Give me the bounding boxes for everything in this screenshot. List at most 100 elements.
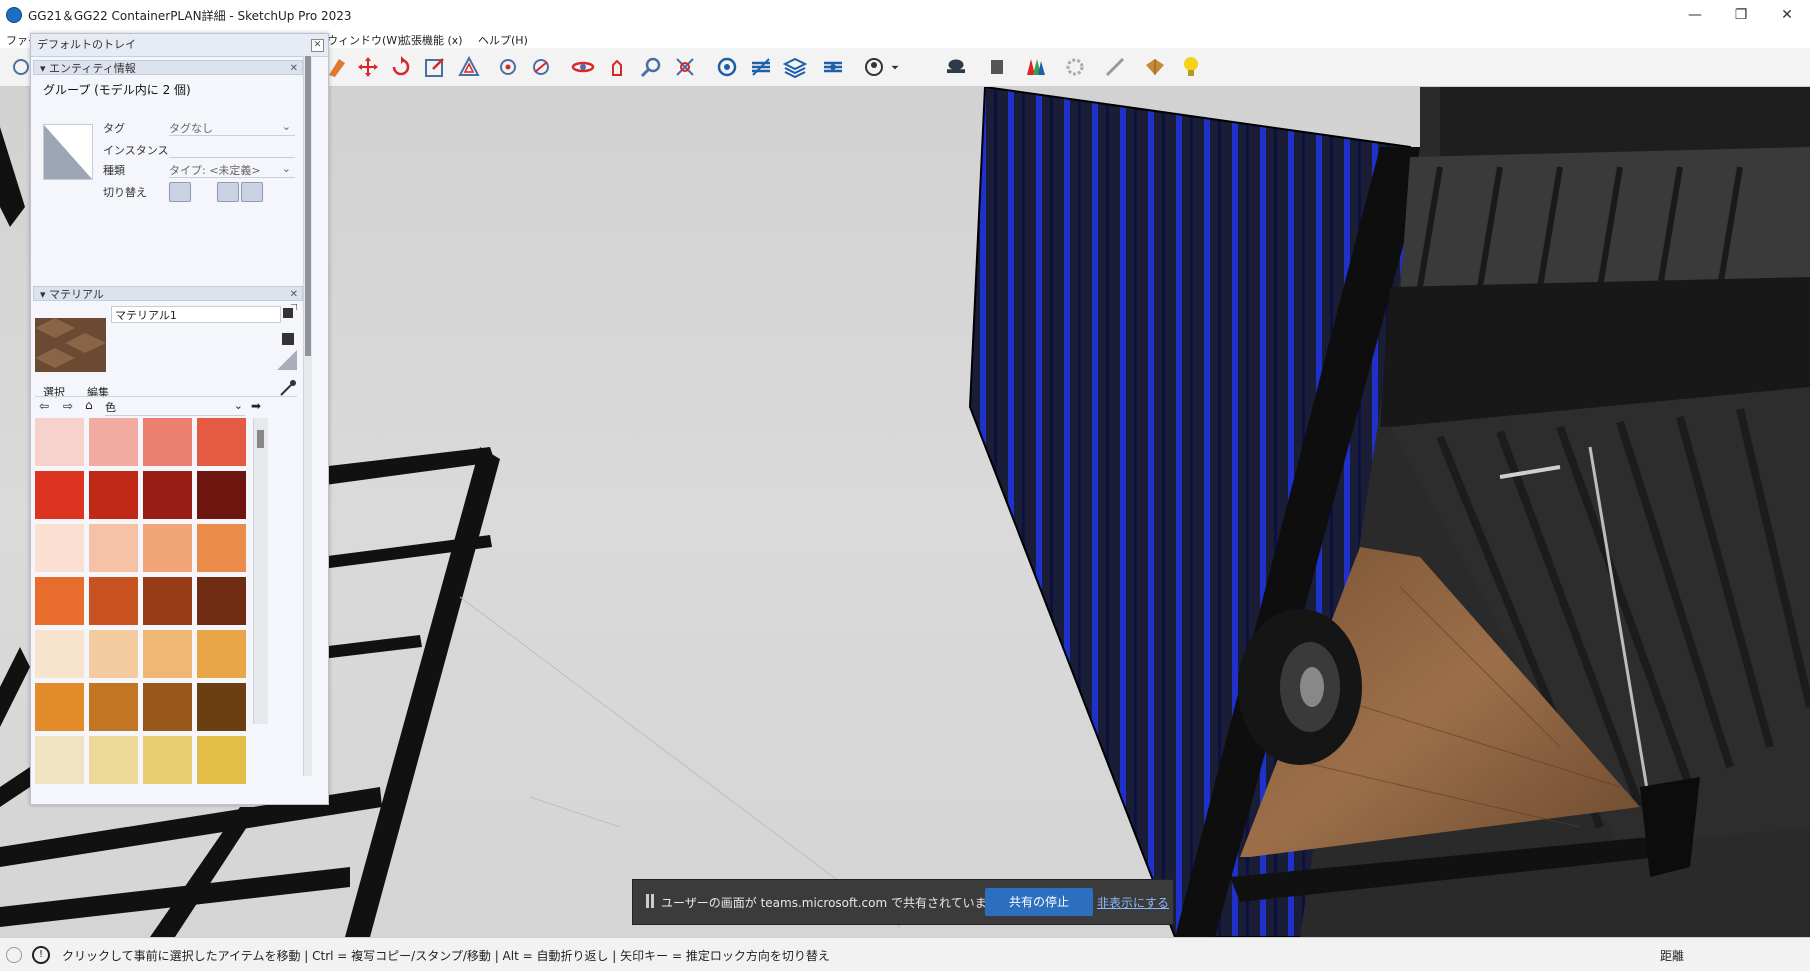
material-swatch[interactable] xyxy=(197,630,246,678)
forward-arrow-icon[interactable]: ⇨ xyxy=(63,399,73,413)
material-swatch[interactable] xyxy=(143,683,192,731)
maximize-button[interactable]: ❐ xyxy=(1718,0,1764,30)
chevron-down-icon[interactable] xyxy=(888,54,902,80)
material-name-input[interactable]: マテリアル1 xyxy=(111,306,281,323)
rotate-icon[interactable] xyxy=(388,54,414,80)
tray-scrollbar[interactable] xyxy=(303,56,312,776)
material-swatch[interactable] xyxy=(35,524,84,572)
minimize-button[interactable]: — xyxy=(1672,0,1718,30)
hide-banner-link[interactable]: 非表示にする xyxy=(1093,894,1173,911)
scale-icon[interactable] xyxy=(422,54,448,80)
gear-icon[interactable] xyxy=(1062,54,1088,80)
material-swatch[interactable] xyxy=(35,471,84,519)
close-icon[interactable]: ✕ xyxy=(290,61,298,76)
sketchup-logo-icon xyxy=(6,7,22,23)
wand-icon[interactable] xyxy=(1102,54,1128,80)
layers-icon[interactable] xyxy=(782,54,808,80)
zoom-icon[interactable] xyxy=(638,54,664,80)
warehouse-icon[interactable] xyxy=(940,54,972,80)
type-label: 種類 xyxy=(103,164,125,177)
move-tool-icon[interactable] xyxy=(355,54,381,80)
close-icon[interactable]: ✕ xyxy=(290,287,298,302)
extension-warehouse-icon[interactable] xyxy=(1022,54,1048,80)
pause-icon[interactable] xyxy=(645,894,655,908)
material-swatch[interactable] xyxy=(35,683,84,731)
material-swatch[interactable] xyxy=(197,577,246,625)
cast-shadows-icon[interactable] xyxy=(241,182,263,202)
entity-info-header[interactable]: ▾ エンティティ情報 ✕ xyxy=(33,60,303,75)
default-material-icon[interactable] xyxy=(277,350,297,370)
scenes-icon[interactable] xyxy=(820,54,846,80)
tray-title-bar: デフォルトのトレイ ✕ xyxy=(31,34,328,57)
material-swatch[interactable] xyxy=(143,630,192,678)
pan-icon[interactable] xyxy=(604,54,630,80)
back-arrow-icon[interactable]: ⇦ xyxy=(39,399,49,413)
material-swatch[interactable] xyxy=(89,471,138,519)
geo-location-icon[interactable] xyxy=(6,947,22,963)
box-icon[interactable] xyxy=(1142,54,1168,80)
material-swatch[interactable] xyxy=(143,418,192,466)
lightbulb-icon[interactable] xyxy=(1178,54,1204,80)
offset-icon[interactable] xyxy=(456,54,482,80)
eyedropper-icon[interactable] xyxy=(279,379,297,397)
create-material-icon[interactable] xyxy=(281,303,298,320)
sample-paint-icon[interactable] xyxy=(281,330,297,346)
menu-extensions[interactable]: 拡張機能 (x) xyxy=(400,32,463,48)
tray-close-button[interactable]: ✕ xyxy=(311,39,324,52)
account-icon[interactable] xyxy=(862,54,888,80)
info-icon[interactable]: ! xyxy=(32,946,50,964)
instance-input[interactable] xyxy=(169,142,295,158)
material-swatch[interactable] xyxy=(89,736,138,784)
material-swatch[interactable] xyxy=(197,418,246,466)
material-swatch[interactable] xyxy=(89,524,138,572)
measurement-label: 距離 xyxy=(1660,949,1685,963)
material-swatch[interactable] xyxy=(197,736,246,784)
material-swatch[interactable] xyxy=(197,524,246,572)
materials-title: マテリアル xyxy=(49,288,104,301)
entity-material-swatch[interactable] xyxy=(43,124,93,180)
material-swatch[interactable] xyxy=(89,577,138,625)
tray-title: デフォルトのトレイ xyxy=(37,38,136,51)
material-swatch[interactable] xyxy=(35,630,84,678)
material-swatch[interactable] xyxy=(143,736,192,784)
tape-measure-icon[interactable] xyxy=(495,54,521,80)
toggle-label: 切り替え xyxy=(103,186,147,199)
material-preview xyxy=(35,318,106,372)
swatch-scrollbar[interactable] xyxy=(253,418,268,724)
material-swatch[interactable] xyxy=(143,471,192,519)
material-swatch[interactable] xyxy=(143,524,192,572)
material-swatch[interactable] xyxy=(89,683,138,731)
protractor-icon[interactable] xyxy=(528,54,554,80)
instance-label: インスタンス xyxy=(103,144,169,157)
materials-header[interactable]: ▾ マテリアル ✕ xyxy=(33,286,303,301)
close-button[interactable]: ✕ xyxy=(1764,0,1810,30)
visibility-toggle-eye-icon[interactable] xyxy=(169,182,191,202)
lock-icon[interactable] xyxy=(193,182,215,202)
home-icon[interactable]: ⌂ xyxy=(85,398,93,412)
material-nav-bar: ⇦ ⇨ ⌂ 色 ⌄ ➡ xyxy=(35,396,297,417)
stop-sharing-button[interactable]: 共有の停止 xyxy=(985,888,1093,916)
book-icon[interactable] xyxy=(984,54,1010,80)
material-swatch[interactable] xyxy=(35,418,84,466)
material-swatch[interactable] xyxy=(35,577,84,625)
material-swatch[interactable] xyxy=(89,418,138,466)
menu-window[interactable]: ウィンドウ(W) xyxy=(327,32,401,48)
tag-select[interactable]: タグなし ⌄ xyxy=(169,120,295,136)
title-bar: GG21＆GG22 ContainerPLAN詳細 - SketchUp Pro… xyxy=(0,0,1810,30)
orbit-icon[interactable] xyxy=(570,54,596,80)
components-icon[interactable] xyxy=(714,54,740,80)
material-swatch[interactable] xyxy=(143,577,192,625)
collection-select[interactable]: 色 ⌄ xyxy=(105,399,245,416)
styles-icon[interactable] xyxy=(748,54,774,80)
material-swatch[interactable] xyxy=(197,683,246,731)
type-select[interactable]: タイプ: <未定義> ⌄ xyxy=(169,162,295,178)
zoom-extents-icon[interactable] xyxy=(672,54,698,80)
chevron-down-icon: ⌄ xyxy=(233,399,243,412)
receive-shadows-icon[interactable] xyxy=(217,182,239,202)
material-swatch[interactable] xyxy=(197,471,246,519)
entity-info-title: エンティティ情報 xyxy=(49,62,136,75)
menu-help[interactable]: ヘルプ(H) xyxy=(478,32,528,48)
details-arrow-icon[interactable]: ➡ xyxy=(251,399,261,413)
material-swatch[interactable] xyxy=(35,736,84,784)
material-swatch[interactable] xyxy=(89,630,138,678)
